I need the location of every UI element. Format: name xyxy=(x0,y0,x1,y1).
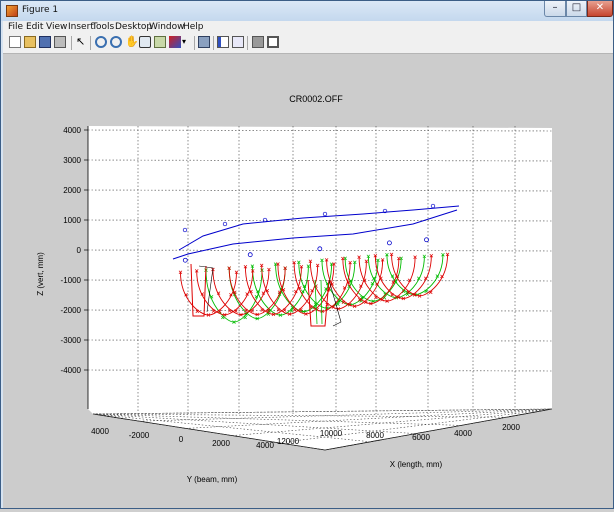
x-tick-label: 4000 xyxy=(454,429,472,438)
y-tick-label: 2000 xyxy=(212,439,230,448)
zoom-out-icon[interactable] xyxy=(110,36,122,48)
toolbar-separator xyxy=(71,36,72,50)
chart-title: CR0002.OFF xyxy=(289,94,343,104)
menu-help[interactable]: Help xyxy=(183,22,204,32)
hide-plot-tools-icon[interactable] xyxy=(232,36,244,48)
figure-window: Figure 1 – □ ✕ File Edit View Insert Too… xyxy=(0,0,614,509)
menu-view[interactable]: View xyxy=(46,22,67,32)
z-tick-label: 0 xyxy=(77,246,82,255)
x-tick-label: 8000 xyxy=(366,431,384,440)
menu-window[interactable]: Window xyxy=(149,22,185,32)
y-tick-label: 4000 xyxy=(91,427,109,436)
new-figure-icon[interactable] xyxy=(9,36,21,48)
toolbar-separator xyxy=(213,36,214,50)
plot-3d[interactable]: 40003000200010000-1000-2000-3000-4000120… xyxy=(3,54,613,508)
axes-box xyxy=(87,126,553,451)
y-axis-label: Y (beam, mm) xyxy=(187,475,238,484)
print-icon[interactable] xyxy=(54,36,66,48)
x-tick-label: 10000 xyxy=(320,429,343,438)
edit-plot-icon[interactable]: ↖ xyxy=(76,36,88,48)
show-plot-tools-icon[interactable] xyxy=(252,36,264,48)
figure-canvas: 4000 3000 2000 1000 0 -1000 -2000 -3000 -4000 120… xyxy=(3,54,613,508)
save-icon[interactable] xyxy=(39,36,51,48)
matlab-icon xyxy=(6,5,18,17)
figure-toolbar: ↖ ✋ ▾ xyxy=(3,33,613,54)
menu-edit[interactable]: Edit xyxy=(26,22,43,32)
title-bar[interactable]: Figure 1 – □ ✕ xyxy=(1,1,613,21)
zoom-in-icon[interactable] xyxy=(95,36,107,48)
menu-insert[interactable]: Insert xyxy=(68,22,94,32)
menu-tools[interactable]: Tools xyxy=(92,22,114,32)
y-tick-label: -2000 xyxy=(129,431,150,440)
z-tick-label: 4000 xyxy=(63,126,81,135)
insert-colorbar-icon[interactable] xyxy=(198,36,210,48)
link-plot-icon[interactable]: ▾ xyxy=(182,36,194,48)
z-tick-label: 3000 xyxy=(63,156,81,165)
toolbar-separator xyxy=(194,36,195,50)
menu-bar: File Edit View Insert Tools Desktop Wind… xyxy=(3,21,613,33)
brush-icon[interactable] xyxy=(169,36,181,48)
x-tick-label: 12000 xyxy=(277,437,300,446)
open-file-icon[interactable] xyxy=(24,36,36,48)
toolbar-separator xyxy=(247,36,248,50)
toolbar-separator xyxy=(90,36,91,50)
z-tick-label: -2000 xyxy=(61,306,82,315)
menu-desktop[interactable]: Desktop xyxy=(115,22,152,32)
z-tick-label: -1000 xyxy=(61,276,82,285)
minimize-button[interactable]: – xyxy=(544,1,566,17)
dock-figure-icon[interactable] xyxy=(267,36,279,48)
insert-legend-icon[interactable] xyxy=(217,36,229,48)
z-axis-label: Z (vert, mm) xyxy=(36,252,45,296)
pan-icon[interactable]: ✋ xyxy=(125,36,139,48)
maximize-button[interactable]: □ xyxy=(566,1,587,17)
x-axis-label: X (length, mm) xyxy=(390,460,443,469)
x-tick-label: 6000 xyxy=(412,433,430,442)
z-tick-label: -4000 xyxy=(61,366,82,375)
window-title: Figure 1 xyxy=(22,5,59,15)
back-wall xyxy=(88,126,552,409)
rotate-3d-icon[interactable] xyxy=(139,36,151,48)
z-tick-label: 1000 xyxy=(63,216,81,225)
y-tick-label: 4000 xyxy=(256,441,274,450)
z-tick-label: -3000 xyxy=(61,336,82,345)
z-tick-label: 2000 xyxy=(63,186,81,195)
y-tick-label: 0 xyxy=(179,435,184,444)
close-button[interactable]: ✕ xyxy=(587,1,613,17)
data-cursor-icon[interactable] xyxy=(154,36,166,48)
menu-file[interactable]: File xyxy=(8,22,23,32)
x-tick-label: 2000 xyxy=(502,423,520,432)
